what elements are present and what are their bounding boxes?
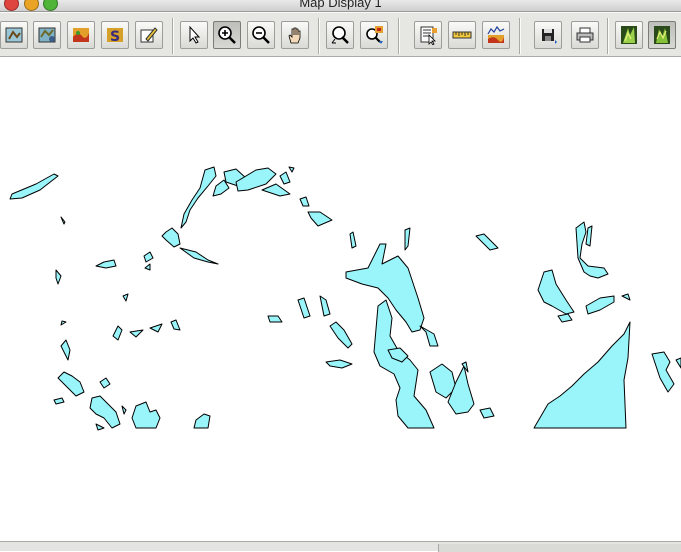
map-area (131, 401, 161, 429)
add-layer-button[interactable] (33, 21, 61, 49)
zoom-extent-button[interactable] (326, 21, 354, 49)
map-area (180, 166, 217, 229)
map-area (404, 227, 411, 251)
toolbar-separator (318, 18, 320, 54)
zoom-in-icon (218, 26, 236, 44)
map-area (170, 319, 181, 331)
pencil-icon (140, 27, 158, 43)
map-area (419, 325, 439, 347)
map-area (121, 405, 127, 415)
nviz-2-button[interactable] (648, 21, 676, 49)
map-toolbar: S (0, 12, 681, 57)
hand-icon (288, 27, 301, 44)
map-area (57, 371, 85, 397)
pointer-icon (189, 25, 201, 44)
map-area (60, 320, 67, 326)
zoom-out-icon (252, 26, 270, 44)
toolbar-separator (398, 18, 400, 54)
zoom-out-button[interactable] (247, 21, 275, 49)
map-icon (5, 27, 23, 43)
save-button[interactable] (534, 21, 562, 49)
map-area (349, 231, 357, 249)
toolbar-separator (172, 18, 174, 54)
map-canvas[interactable] (0, 57, 681, 541)
map-area (99, 377, 111, 389)
vector-map[interactable] (0, 57, 681, 541)
map-area (267, 315, 283, 323)
measure-button[interactable] (448, 21, 476, 49)
attribute-button[interactable] (414, 21, 442, 49)
map-area (475, 233, 499, 251)
symbol-icon: S (107, 28, 123, 45)
map-area (537, 269, 575, 315)
map-area (144, 263, 151, 271)
map-area (95, 423, 105, 431)
symbol-button[interactable]: S (101, 21, 129, 49)
title-bar: Map Display 1 (0, 0, 681, 12)
map-area (129, 329, 144, 338)
map-area (585, 225, 593, 247)
map-area (53, 397, 65, 405)
floppy-icon (542, 29, 557, 44)
map-area (95, 259, 117, 269)
map-area (557, 313, 573, 323)
map-area (325, 359, 353, 369)
nviz-icon (654, 26, 670, 44)
query-icon (366, 26, 383, 44)
map-areas (9, 166, 681, 431)
window-title: Map Display 1 (299, 0, 382, 10)
layers-icon (38, 27, 56, 43)
map-area (329, 321, 353, 349)
map-area (479, 407, 495, 419)
map-area (112, 325, 123, 341)
raster-icon (73, 28, 89, 42)
raster-layer-button[interactable] (67, 21, 95, 49)
map-area (143, 251, 154, 263)
map-area (675, 357, 681, 369)
status-bar (0, 541, 681, 552)
map-area (533, 321, 631, 429)
map-area (621, 293, 631, 301)
map-area (261, 183, 291, 197)
open-map-button[interactable] (0, 21, 28, 49)
toolbar-separator (607, 18, 609, 54)
map-area (585, 295, 615, 315)
map-area (193, 413, 211, 429)
map-area (179, 247, 219, 265)
svg-text:S: S (110, 29, 120, 45)
zoom-extent-icon (331, 26, 349, 44)
histogram-icon (487, 25, 505, 43)
map-area (307, 211, 333, 227)
ruler-icon (452, 31, 472, 39)
edit-button[interactable] (135, 21, 163, 49)
zoom-in-button[interactable] (213, 21, 241, 49)
map-area (319, 295, 331, 317)
histogram-button[interactable] (482, 21, 510, 49)
map-area (60, 339, 71, 361)
report-icon (420, 26, 437, 45)
map-area (122, 293, 129, 302)
map-area (651, 351, 675, 393)
map-area (55, 269, 62, 285)
map-area (60, 216, 66, 225)
map-area (161, 227, 181, 248)
map-area (9, 173, 59, 200)
nviz-icon (621, 26, 637, 44)
map-area (299, 196, 310, 207)
map-area (149, 323, 163, 333)
toolbar-separator (519, 18, 521, 54)
map-area (279, 171, 291, 185)
pointer-tool-button[interactable] (180, 21, 208, 49)
printer-icon (576, 27, 594, 43)
pan-button[interactable] (281, 21, 309, 49)
query-button[interactable] (360, 21, 388, 49)
map-area (89, 395, 121, 429)
map-area (297, 297, 311, 319)
nviz-button[interactable] (615, 21, 643, 49)
print-button[interactable] (571, 21, 599, 49)
map-area (288, 166, 295, 173)
